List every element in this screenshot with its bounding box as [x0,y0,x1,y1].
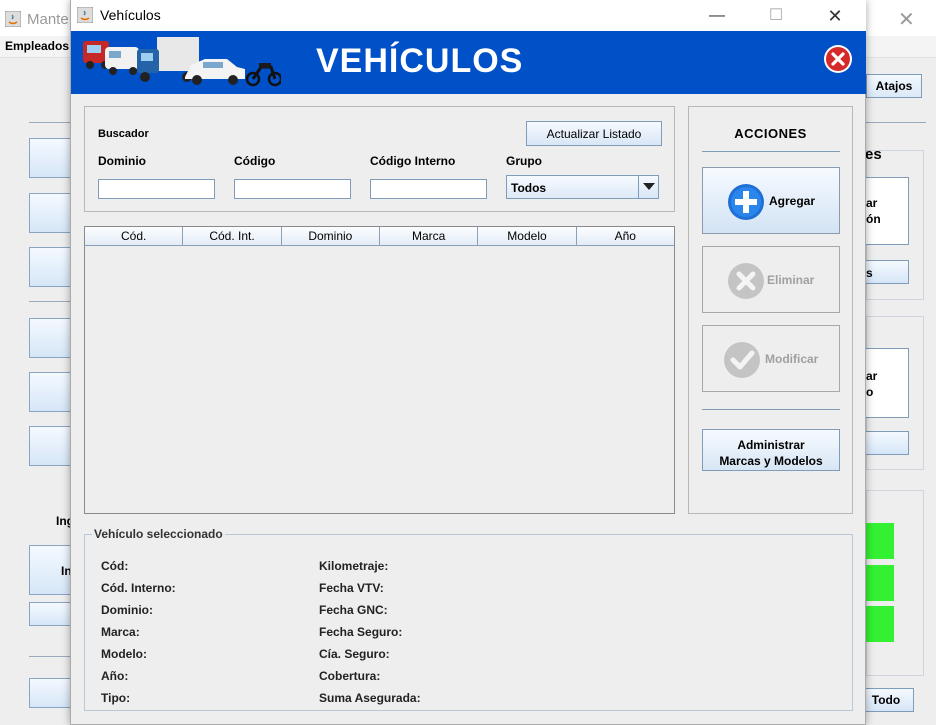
left-separator [29,656,73,657]
java-icon [5,11,21,27]
check-icon [724,342,760,378]
java-icon [77,7,93,23]
left-button-3[interactable] [29,247,73,287]
field-label-fecha-seguro: Fecha Seguro: [319,625,403,639]
search-heading: Buscador [98,128,149,140]
acciones-separator [702,151,840,152]
vehiculos-dialog: Vehículos — ☐ ✕ VEHÍCULOS Buscador Actua… [70,0,866,725]
right-button-2[interactable] [865,431,909,455]
column-header-modelo[interactable]: Modelo [478,227,577,245]
status-green-3 [866,606,894,642]
field-label-suma-asegurada: Suma Asegurada: [319,691,421,705]
left-button-2[interactable] [29,193,73,233]
left-button-6[interactable] [29,426,73,466]
agregar-button[interactable]: Agregar [702,167,840,234]
minimize-icon[interactable]: — [695,3,739,29]
right-button-1[interactable]: s [865,260,909,284]
seleccionado-legend: Vehículo seleccionado [92,527,225,541]
vehicles-table[interactable]: Cód. Cód. Int. Dominio Marca Modelo Año [84,226,675,514]
dropdown-arrow-icon[interactable] [638,176,658,198]
todo-button[interactable]: Todo [858,688,914,712]
field-label-cobertura: Cobertura: [319,669,381,683]
agregar-label: Agregar [769,194,816,208]
field-label-cod: Cód: [101,559,129,573]
field-label-anio: Año: [101,669,129,683]
left-button-5[interactable] [29,372,73,412]
grupo-select[interactable]: Todos [506,175,659,199]
field-label-fecha-vtv: Fecha VTV: [319,581,384,595]
truck-icon [83,37,281,87]
field-label-marca: Marca: [101,625,140,639]
close-red-icon[interactable] [823,44,853,74]
column-header-cod-int[interactable]: Cód. Int. [183,227,282,245]
left-button-4[interactable] [29,318,73,358]
x-icon [728,263,764,299]
column-header-anio[interactable]: Año [577,227,674,245]
left-button-9[interactable] [29,678,73,708]
left-separator [29,122,73,123]
codigo-label: Código [234,154,276,168]
dialog-titlebar: Vehículos — ☐ ✕ [71,0,866,31]
acciones-separator [702,409,840,410]
left-separator [29,301,73,302]
codigo-interno-input[interactable] [370,179,487,199]
left-button-1[interactable] [29,138,73,178]
acciones-title: ACCIONES [734,126,807,141]
status-green-2 [866,565,894,601]
codigo-interno-label: Código Interno [370,154,456,168]
field-label-cod-interno: Cód. Interno: [101,581,176,595]
menu-empleados[interactable]: Empleados [5,39,69,53]
close-icon[interactable]: ✕ [813,3,857,29]
banner: VEHÍCULOS [71,31,866,94]
right-box-1[interactable]: ar ón [865,177,909,245]
column-header-marca[interactable]: Marca [380,227,479,245]
field-label-modelo: Modelo: [101,647,147,661]
refresh-list-button[interactable]: Actualizar Listado [526,121,662,146]
background-window-title: Mante [27,11,69,28]
field-label-kilometraje: Kilometraje: [319,559,389,573]
grupo-label: Grupo [506,154,542,168]
codigo-input[interactable] [234,179,351,199]
right-separator [866,122,926,123]
grupo-selected-value: Todos [511,181,547,195]
search-panel: Buscador Actualizar Listado Dominio Códi… [84,106,675,212]
right-box-2[interactable]: ar o [865,348,909,418]
administrar-marcas-button[interactable]: Administrar Marcas y Modelos [702,429,840,471]
dominio-label: Dominio [98,154,146,168]
atajos-button[interactable]: Atajos [866,74,922,98]
vehiculo-seleccionado-panel: Vehículo seleccionado Cód: Cód. Interno:… [84,527,853,711]
modificar-label: Modificar [765,352,819,366]
background-close-icon[interactable]: ✕ [898,7,915,32]
administrar-label-line1: Administrar [737,437,805,452]
field-label-dominio: Dominio: [101,603,153,617]
modificar-button[interactable]: Modificar [702,325,840,392]
field-label-cia-seguro: Cía. Seguro: [319,647,390,661]
administrar-label-line2: Marcas y Modelos [719,453,823,468]
field-label-fecha-gnc: Fecha GNC: [319,603,388,617]
right-panel-2: ar o [865,316,924,470]
right-panel-1: es ar ón s [865,146,924,300]
maximize-icon[interactable]: ☐ [754,3,798,29]
left-button-8[interactable] [29,602,73,626]
left-button-7[interactable]: In [29,545,73,595]
column-header-dominio[interactable]: Dominio [282,227,380,245]
eliminar-button[interactable]: Eliminar [702,246,840,313]
eliminar-label: Eliminar [767,273,815,287]
acciones-panel: ACCIONES Agregar Eliminar Modificar Admi… [688,106,853,514]
column-header-cod[interactable]: Cód. [85,227,184,245]
field-label-tipo: Tipo: [101,691,131,705]
status-green-1 [866,523,894,559]
plus-icon [728,184,764,220]
banner-title: VEHÍCULOS [316,42,524,80]
dialog-title: Vehículos [100,7,161,23]
table-header: Cód. Cód. Int. Dominio Marca Modelo Año [85,227,674,246]
dominio-input[interactable] [98,179,215,199]
